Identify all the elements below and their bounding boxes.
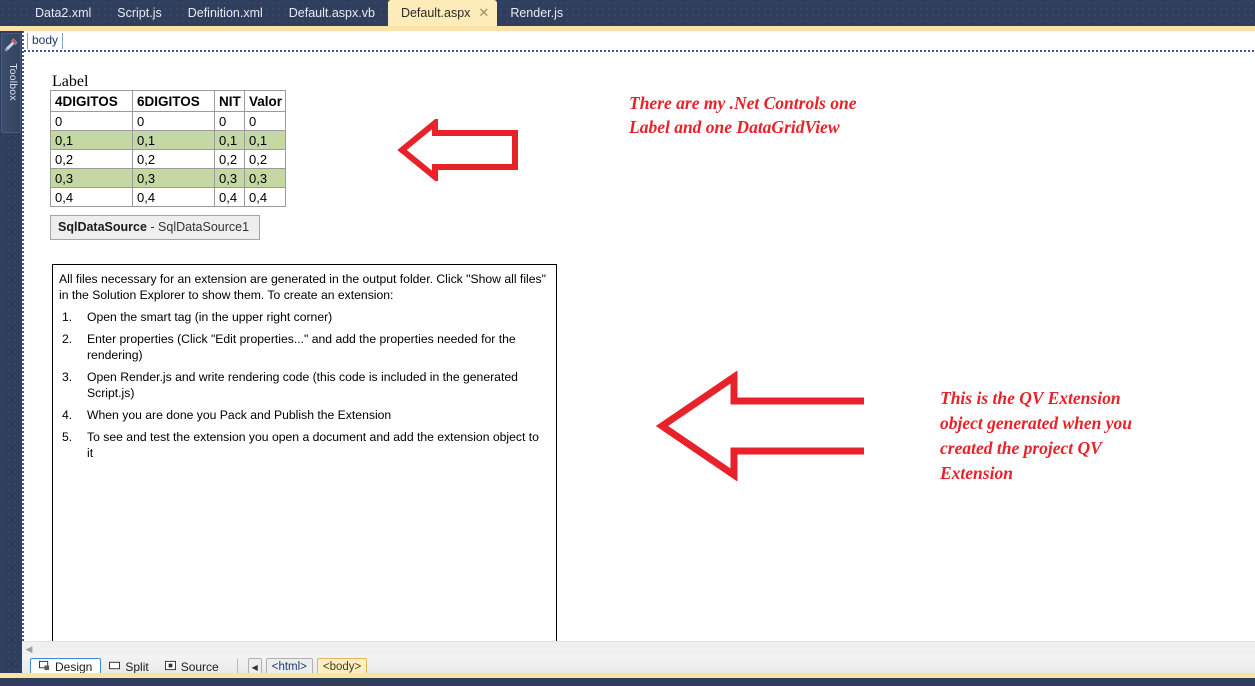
cell-valor: 0,1 (243, 130, 287, 150)
datagrid-control[interactable]: 4DIGITOS 6DIGITOS NIT Valor 0 0 0 0 0,1 … (50, 90, 287, 207)
cell-4digitos: 0,2 (50, 149, 133, 169)
cell-valor: 0,4 (243, 187, 287, 207)
cell-6digitos: 0,3 (132, 168, 215, 188)
tab-label: Render.js (510, 6, 564, 20)
tab-render-js[interactable]: Render.js (497, 0, 576, 26)
source-view-icon (164, 660, 176, 674)
cell-valor: 0,3 (243, 168, 287, 188)
form-boundary-left (22, 31, 24, 641)
cell-4digitos: 0,3 (50, 168, 133, 188)
tab-label: Definition.xml (187, 6, 263, 20)
sidebar-item-toolbox[interactable]: Toolbox (1, 33, 21, 133)
tab-default-aspx-vb[interactable]: Default.aspx.vb (276, 0, 388, 26)
tab-label: Script.js (117, 6, 162, 20)
tab-label: Default.aspx (400, 6, 471, 20)
tab-data2-xml[interactable]: Data2.xml (22, 0, 104, 26)
sqldatasource-separator: - (146, 220, 159, 234)
cell-nit: 0,4 (214, 187, 245, 207)
view-tab-label: Split (125, 660, 149, 674)
tab-label: Data2.xml (35, 6, 92, 20)
arrow-to-extension-object-icon (655, 371, 864, 481)
window-footer (0, 678, 1255, 686)
column-header-6digitos[interactable]: 6DIGITOS (132, 90, 215, 112)
cell-6digitos: 0,1 (132, 130, 215, 150)
view-tab-label: Design (55, 660, 93, 674)
column-header-4digitos[interactable]: 4DIGITOS (50, 90, 133, 112)
cell-valor: 0,2 (243, 149, 287, 169)
arrow-to-datagrid-icon (397, 119, 518, 181)
cell-nit: 0 (214, 111, 245, 131)
cell-4digitos: 0 (50, 111, 133, 131)
web-form-designer-surface[interactable]: body Label 4DIGITOS 6DIGITOS NIT Valor 0… (22, 31, 1255, 641)
tab-script-js[interactable]: Script.js (104, 0, 174, 26)
editor-tab-strip: Data2.xml Script.js Definition.xml Defau… (0, 0, 1255, 26)
cell-6digitos: 0 (132, 111, 215, 131)
split-view-icon (109, 660, 121, 674)
cell-6digitos: 0,2 (132, 149, 215, 169)
sqldatasource-control[interactable]: SqlDataSource - SqlDataSource1 (50, 215, 261, 240)
tab-label: Default.aspx.vb (288, 6, 375, 20)
column-header-valor[interactable]: Valor (243, 90, 287, 112)
list-item: To see and test the extension you open a… (62, 429, 539, 460)
asp-label-control[interactable]: Label (52, 73, 88, 91)
designer-horizontal-scrollbar[interactable]: ◀ (22, 641, 1255, 655)
sidebar-item-label: Toolbox (7, 63, 19, 101)
annotation-qv-extension: This is the QV Extension object generate… (940, 388, 1132, 483)
table-header-row: 4DIGITOS 6DIGITOS NIT Valor (50, 90, 287, 112)
body-element-tag[interactable]: body (27, 33, 64, 49)
table-row[interactable]: 0,2 0,2 0,2 0,2 (50, 149, 287, 169)
sqldatasource-type: SqlDataSource (58, 220, 147, 234)
list-item: Enter properties (Click "Edit properties… (62, 331, 516, 362)
tools-icon (4, 37, 19, 52)
scroll-left-arrow-icon[interactable]: ◀ (24, 644, 34, 654)
cell-4digitos: 0,1 (50, 130, 133, 150)
close-icon[interactable]: ✕ (478, 5, 489, 21)
tab-definition-xml[interactable]: Definition.xml (175, 0, 276, 26)
tab-default-aspx[interactable]: Default.aspx ✕ (387, 0, 498, 26)
cell-nit: 0,1 (214, 130, 245, 150)
table-row[interactable]: 0,3 0,3 0,3 0,3 (50, 168, 287, 188)
view-tab-label: Source (180, 660, 219, 674)
annotation-net-controls: There are my .Net Controls one Label and… (629, 93, 857, 137)
cell-nit: 0,3 (214, 168, 245, 188)
extension-intro-text: All files necessary for an extension are… (59, 272, 546, 302)
cell-4digitos: 0,4 (50, 187, 133, 207)
form-boundary-top (24, 50, 1255, 52)
cell-6digitos: 0,4 (132, 187, 215, 207)
table-row[interactable]: 0,1 0,1 0,1 0,1 (50, 130, 287, 150)
table-row[interactable]: 0,4 0,4 0,4 0,4 (50, 187, 287, 207)
extension-steps-list: Open the smart tag (in the upper right c… (59, 309, 548, 461)
design-view-icon (39, 660, 50, 674)
table-row[interactable]: 0 0 0 0 (50, 111, 287, 131)
list-item: Open Render.js and write rendering code … (62, 369, 518, 400)
qv-extension-object[interactable]: All files necessary for an extension are… (52, 264, 557, 641)
left-dock: Toolbox (0, 31, 22, 686)
cell-nit: 0,2 (214, 149, 245, 169)
list-item: Open the smart tag (in the upper right c… (62, 309, 333, 325)
column-header-nit[interactable]: NIT (214, 90, 245, 112)
sqldatasource-id: SqlDataSource1 (158, 220, 250, 234)
cell-valor: 0 (243, 111, 287, 131)
list-item: When you are done you Pack and Publish t… (62, 407, 392, 423)
tab-strip-spacer (0, 0, 22, 26)
